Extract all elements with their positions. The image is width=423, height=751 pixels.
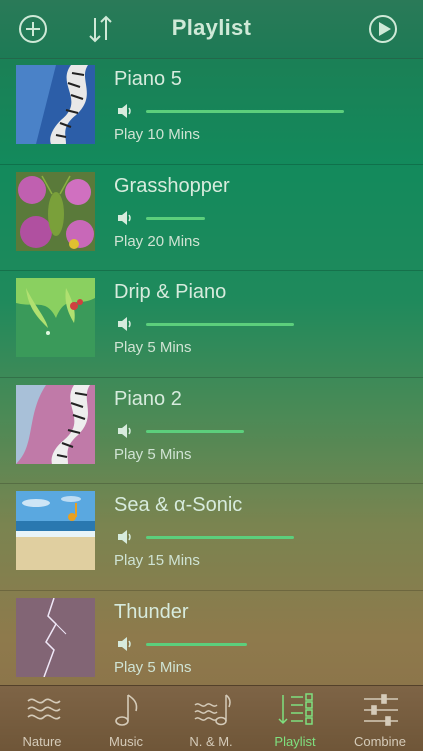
track-name: Piano 5 <box>114 68 182 90</box>
track-name: Drip & Piano <box>114 281 227 303</box>
track-duration: Play 10 Mins <box>114 126 200 143</box>
volume-slider[interactable] <box>146 642 247 646</box>
playlist-row[interactable]: Piano 2 Play 5 Mins <box>0 378 423 484</box>
volume-slider[interactable] <box>146 216 205 220</box>
thumbnail-sea-beach <box>16 491 95 570</box>
tab-nature[interactable]: Nature <box>0 686 84 751</box>
music-note-icon <box>115 694 138 726</box>
thumbnail-piano-pink <box>16 384 95 464</box>
thumbnail-piano-blue <box>16 65 95 144</box>
tab-label: N. & M. <box>189 734 233 749</box>
tab-label: Nature <box>22 734 62 749</box>
volume-icon <box>117 636 135 652</box>
playlist-icon <box>278 693 313 725</box>
waves-icon <box>27 698 61 720</box>
volume-icon <box>117 316 135 332</box>
playlist-row[interactable]: Thunder Play 5 Mins <box>0 591 423 686</box>
volume-slider[interactable] <box>146 323 294 326</box>
header-bar: Playlist <box>0 0 423 59</box>
tab-combine[interactable]: Combine <box>338 686 422 751</box>
thumbnail-leaf-drip <box>16 278 95 357</box>
play-circle-icon[interactable] <box>366 12 400 46</box>
tab-music[interactable]: Music <box>84 686 168 751</box>
track-name: Piano 2 <box>114 387 182 410</box>
tab-nature-music[interactable]: N. & M. <box>169 686 253 751</box>
thumbnail-grasshopper <box>16 171 95 251</box>
track-duration: Play 5 Mins <box>114 339 192 356</box>
sliders-icon <box>364 694 398 726</box>
tab-playlist[interactable]: Playlist <box>253 686 337 751</box>
volume-icon <box>117 103 135 119</box>
playlist-row[interactable]: Piano 5 Play 10 Mins <box>0 58 423 165</box>
track-name: Thunder <box>114 600 189 623</box>
track-duration: Play 15 Mins <box>114 552 200 569</box>
volume-icon <box>117 423 135 439</box>
playlist-row[interactable]: Grasshopper Play 20 Mins <box>0 165 423 271</box>
page-title: Playlist <box>171 15 252 40</box>
playlist-row[interactable]: Sea & α-Sonic Play 15 Mins <box>0 484 423 591</box>
tab-label: Music <box>109 734 143 749</box>
volume-slider[interactable] <box>146 536 294 539</box>
playlist-list: Piano 5 Play 10 Mins Grasshopper Play 20… <box>0 58 423 685</box>
track-duration: Play 5 Mins <box>114 445 192 463</box>
track-name: Sea & α-Sonic <box>114 494 243 516</box>
tab-label: Playlist <box>274 734 316 749</box>
volume-slider[interactable] <box>146 429 244 433</box>
waves-note-icon <box>194 694 231 726</box>
playlist-row[interactable]: Drip & Piano Play 5 Mins <box>0 271 423 378</box>
tab-bar: Nature Music N. & M. Playlist Combine <box>0 685 423 751</box>
track-duration: Play 5 Mins <box>114 658 192 676</box>
volume-icon <box>117 210 135 226</box>
thumbnail-lightning <box>16 597 95 677</box>
tab-label: Combine <box>353 734 407 749</box>
track-name: Grasshopper <box>114 174 230 197</box>
track-duration: Play 20 Mins <box>114 232 200 250</box>
volume-icon <box>117 529 135 545</box>
volume-slider[interactable] <box>146 110 344 113</box>
